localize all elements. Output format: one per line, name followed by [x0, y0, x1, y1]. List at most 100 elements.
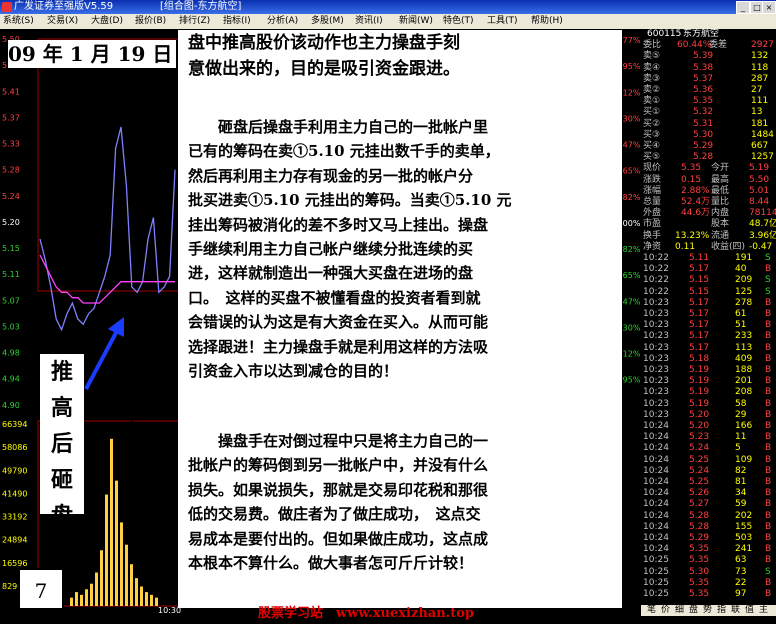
menu-item-10[interactable]: 特色(T): [443, 14, 474, 29]
stat-row: 涨跌 0.15 最高 5.50: [641, 175, 776, 186]
tick-time: 10:24: [643, 544, 669, 555]
tick-time: 10:25: [643, 589, 669, 599]
tick-time: 10:23: [643, 331, 669, 342]
tick-volume: 59: [735, 499, 747, 510]
stock-name: 东方航空: [683, 29, 720, 39]
tick-side: B: [765, 297, 772, 308]
menu-item-8[interactable]: 资讯(I): [355, 14, 383, 29]
menu-item-5[interactable]: 指标(I): [223, 14, 251, 29]
tick-price: 5.15: [689, 286, 710, 297]
price-tick: 5.11: [2, 270, 20, 279]
quote-tab-2[interactable]: 细: [675, 605, 684, 616]
tick-volume: 58: [735, 398, 747, 409]
value: 2.88%: [681, 185, 710, 196]
tick-price: 5.19: [689, 376, 710, 387]
volume-tick: 33192: [2, 513, 27, 522]
tick-side: B: [765, 477, 772, 487]
tick-price: 5.27: [689, 499, 710, 510]
tick-side: S: [765, 253, 771, 263]
tick-side: B: [765, 387, 772, 398]
volume-tick: 16596: [2, 559, 27, 568]
volume: 667: [751, 141, 769, 151]
volume-bar: [145, 592, 148, 606]
value: 48.7亿: [749, 219, 776, 230]
volume-bar: [90, 583, 93, 606]
quote-tab-8[interactable]: 主: [759, 605, 768, 616]
menu-item-0[interactable]: 系统(S): [3, 14, 34, 29]
value: -0.47: [749, 241, 773, 252]
quote-tab-4[interactable]: 势: [703, 605, 712, 616]
tick-side: B: [765, 365, 772, 375]
value: 8.44: [749, 197, 770, 207]
tick-price: 5.25: [689, 477, 710, 487]
quote-tab-5[interactable]: 指: [717, 605, 726, 616]
menu-item-3[interactable]: 报价(B): [135, 14, 166, 29]
tick-side: S: [765, 286, 771, 297]
annotation-line: 引资金入市以达到减仓的目的！: [188, 362, 399, 380]
menu-item-12[interactable]: 帮助(H): [531, 14, 563, 29]
menu-item-4[interactable]: 排行(Z): [179, 14, 210, 29]
buy-row: 买③ 5.30 1484: [641, 130, 776, 141]
tick-volume: 40: [735, 264, 747, 275]
close-icon[interactable]: ×: [762, 1, 776, 14]
extra-row: 净资 0.11 收益(四) -0.47: [641, 242, 776, 253]
annotation-text-box: 盘中推高股价该动作也主力操盘手刻 意做出来的，目的是吸引资金跟进。 砸盘后操盘手利…: [178, 30, 622, 608]
side-label-char: 高: [50, 395, 73, 421]
tick-time: 10:23: [643, 398, 669, 409]
volume: 1484: [751, 129, 774, 140]
menu-item-1[interactable]: 交易(X): [47, 14, 78, 29]
label: 净资: [643, 241, 662, 252]
menu-item-7[interactable]: 多股(M): [311, 14, 344, 29]
volume-bar: [155, 597, 158, 606]
tick-row: 10:24 5.20 166 B: [641, 421, 776, 432]
tick-time: 10:24: [643, 533, 669, 543]
footer-watermark: 股票学习站 www.xuexizhan.top: [258, 606, 474, 621]
volume-tick: 49790: [2, 466, 27, 475]
annotation-line: 意做出来的，目的是吸引资金跟进。: [188, 59, 460, 79]
quote-tab-3[interactable]: 盘: [689, 605, 698, 616]
tick-side: B: [765, 331, 772, 342]
tick-row: 10:23 5.17 233 B: [641, 331, 776, 342]
volume-tick: 66394: [2, 420, 27, 429]
quote-tab-0[interactable]: 笔: [647, 605, 656, 616]
series-line-0: [39, 126, 176, 332]
volume: 287: [751, 73, 769, 84]
tick-row: 10:24 5.27 59 B: [641, 499, 776, 510]
tick-price: 5.19: [689, 387, 710, 398]
tick-time: 10:24: [643, 465, 669, 476]
menu-item-11[interactable]: 工具(T): [487, 14, 518, 29]
side-label-char: 后: [50, 431, 73, 457]
value: 0.11: [675, 241, 696, 252]
stat-row: 现价 5.35 今开 5.19: [641, 163, 776, 174]
annotation-line: 盘中推高股价该动作也主力操盘手刻: [188, 33, 460, 53]
quote-tab-7[interactable]: 值: [745, 605, 754, 616]
value: 0.15: [681, 174, 702, 185]
label: 买④: [643, 141, 661, 151]
label: 卖②: [643, 85, 661, 95]
volume-bar: [135, 578, 138, 606]
tick-row: 10:24 5.24 5 B: [641, 443, 776, 454]
menu-item-9[interactable]: 新闻(W): [399, 14, 433, 29]
quote-tab-1[interactable]: 价: [661, 605, 670, 616]
side-label-char: 砸: [50, 467, 73, 493]
label: 卖⑤: [643, 51, 661, 62]
side-label-char: 推: [50, 359, 73, 385]
tick-side: B: [765, 376, 772, 387]
tick-row: 10:24 5.28 202 B: [641, 511, 776, 522]
annotation-line: 然后再利用主力存有现金的另一批的帐户分: [188, 166, 474, 185]
label: 涨幅: [643, 185, 662, 196]
tick-price: 5.35: [689, 577, 710, 588]
tick-volume: 51: [735, 320, 747, 331]
label: 内盘: [711, 208, 730, 219]
extra-row: 市盈 股本 48.7亿: [641, 219, 776, 230]
label: 涨跌: [643, 174, 662, 185]
quote-tab-6[interactable]: 联: [731, 605, 740, 616]
tick-time: 10:24: [643, 499, 669, 510]
tick-price: 5.30: [689, 566, 710, 577]
minimize-icon[interactable]: _: [736, 1, 750, 14]
label: 委比: [643, 40, 662, 51]
volume-bar: [120, 522, 123, 606]
value: 13.23%: [675, 230, 710, 241]
menu-item-2[interactable]: 大盘(D): [91, 14, 123, 29]
menu-item-6[interactable]: 分析(A): [267, 14, 298, 29]
